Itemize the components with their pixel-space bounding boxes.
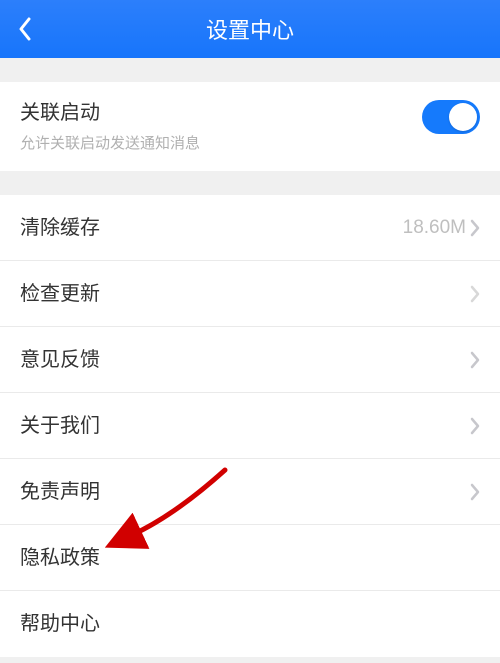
chevron-right-icon [470,351,480,369]
row-check-update[interactable]: 检查更新 [0,261,500,327]
chevron-right-icon [470,417,480,435]
cache-size: 18.60M [403,217,466,239]
row-disclaimer[interactable]: 免责声明 [0,459,500,525]
content: 关联启动 允许关联启动发送通知消息 清除缓存 18.60M 检查更新 意见反馈 [0,58,500,657]
row-sublabel: 允许关联启动发送通知消息 [20,132,422,153]
chevron-right-icon [470,483,480,501]
row-label: 清除缓存 [20,215,403,241]
page-title: 设置中心 [0,13,500,45]
row-label: 免责声明 [20,479,470,505]
row-label: 关联启动 [20,100,422,126]
back-button[interactable] [0,0,50,58]
row-label: 隐私政策 [20,545,480,571]
chevron-left-icon [18,17,32,41]
row-help-center[interactable]: 帮助中心 [0,591,500,657]
row-linked-launch[interactable]: 关联启动 允许关联启动发送通知消息 [0,82,500,171]
section-gap [0,58,500,82]
row-label: 关于我们 [20,413,470,439]
linked-launch-toggle[interactable] [422,100,480,134]
row-about-us[interactable]: 关于我们 [0,393,500,459]
row-label: 意见反馈 [20,347,470,373]
row-label: 帮助中心 [20,611,480,637]
chevron-right-icon [470,285,480,303]
row-clear-cache[interactable]: 清除缓存 18.60M [0,195,500,261]
row-privacy-policy[interactable]: 隐私政策 [0,525,500,591]
row-feedback[interactable]: 意见反馈 [0,327,500,393]
section-gap [0,171,500,195]
chevron-right-icon [470,219,480,237]
header: 设置中心 [0,0,500,58]
row-label: 检查更新 [20,281,470,307]
